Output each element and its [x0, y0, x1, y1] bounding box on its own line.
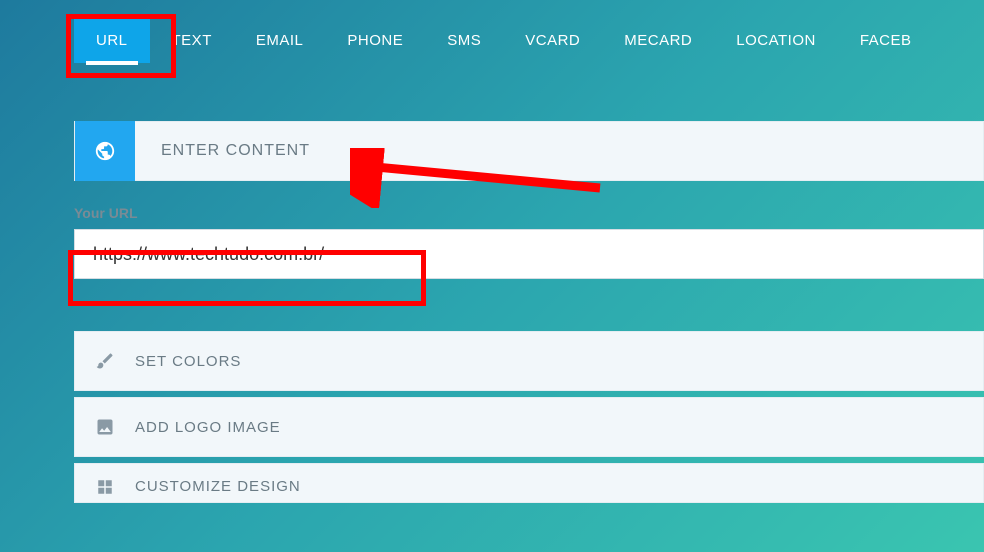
brush-icon [75, 351, 135, 371]
url-label: Your URL [74, 205, 984, 221]
option-set-colors[interactable]: SET COLORS [74, 331, 984, 391]
tab-text[interactable]: TEXT [150, 18, 234, 63]
grid-icon [75, 478, 135, 496]
tab-vcard[interactable]: VCARD [503, 18, 602, 63]
option-customize-design[interactable]: CUSTOMIZE DESIGN [74, 463, 984, 503]
tab-phone[interactable]: PHONE [325, 18, 425, 63]
tab-mecard[interactable]: MECARD [602, 18, 714, 63]
tab-sms[interactable]: SMS [425, 18, 503, 63]
option-label: CUSTOMIZE DESIGN [135, 478, 301, 495]
tab-location[interactable]: LOCATION [714, 18, 838, 63]
tab-url[interactable]: URL [74, 18, 150, 63]
globe-icon [75, 121, 135, 181]
url-input[interactable] [74, 229, 984, 279]
step-enter-content[interactable]: ENTER CONTENT [74, 121, 984, 181]
content-area: ENTER CONTENT Your URL SET COLORS ADD LO… [74, 121, 984, 503]
image-icon [75, 417, 135, 437]
tabs-bar: URL TEXT EMAIL PHONE SMS VCARD MECARD LO… [0, 0, 984, 63]
option-label: SET COLORS [135, 353, 241, 370]
option-add-logo[interactable]: ADD LOGO IMAGE [74, 397, 984, 457]
tab-facebook[interactable]: FACEB [838, 18, 934, 63]
tab-email[interactable]: EMAIL [234, 18, 326, 63]
options-list: SET COLORS ADD LOGO IMAGE CUSTOMIZE DESI… [74, 331, 984, 503]
option-label: ADD LOGO IMAGE [135, 419, 281, 436]
step-title: ENTER CONTENT [161, 142, 310, 160]
